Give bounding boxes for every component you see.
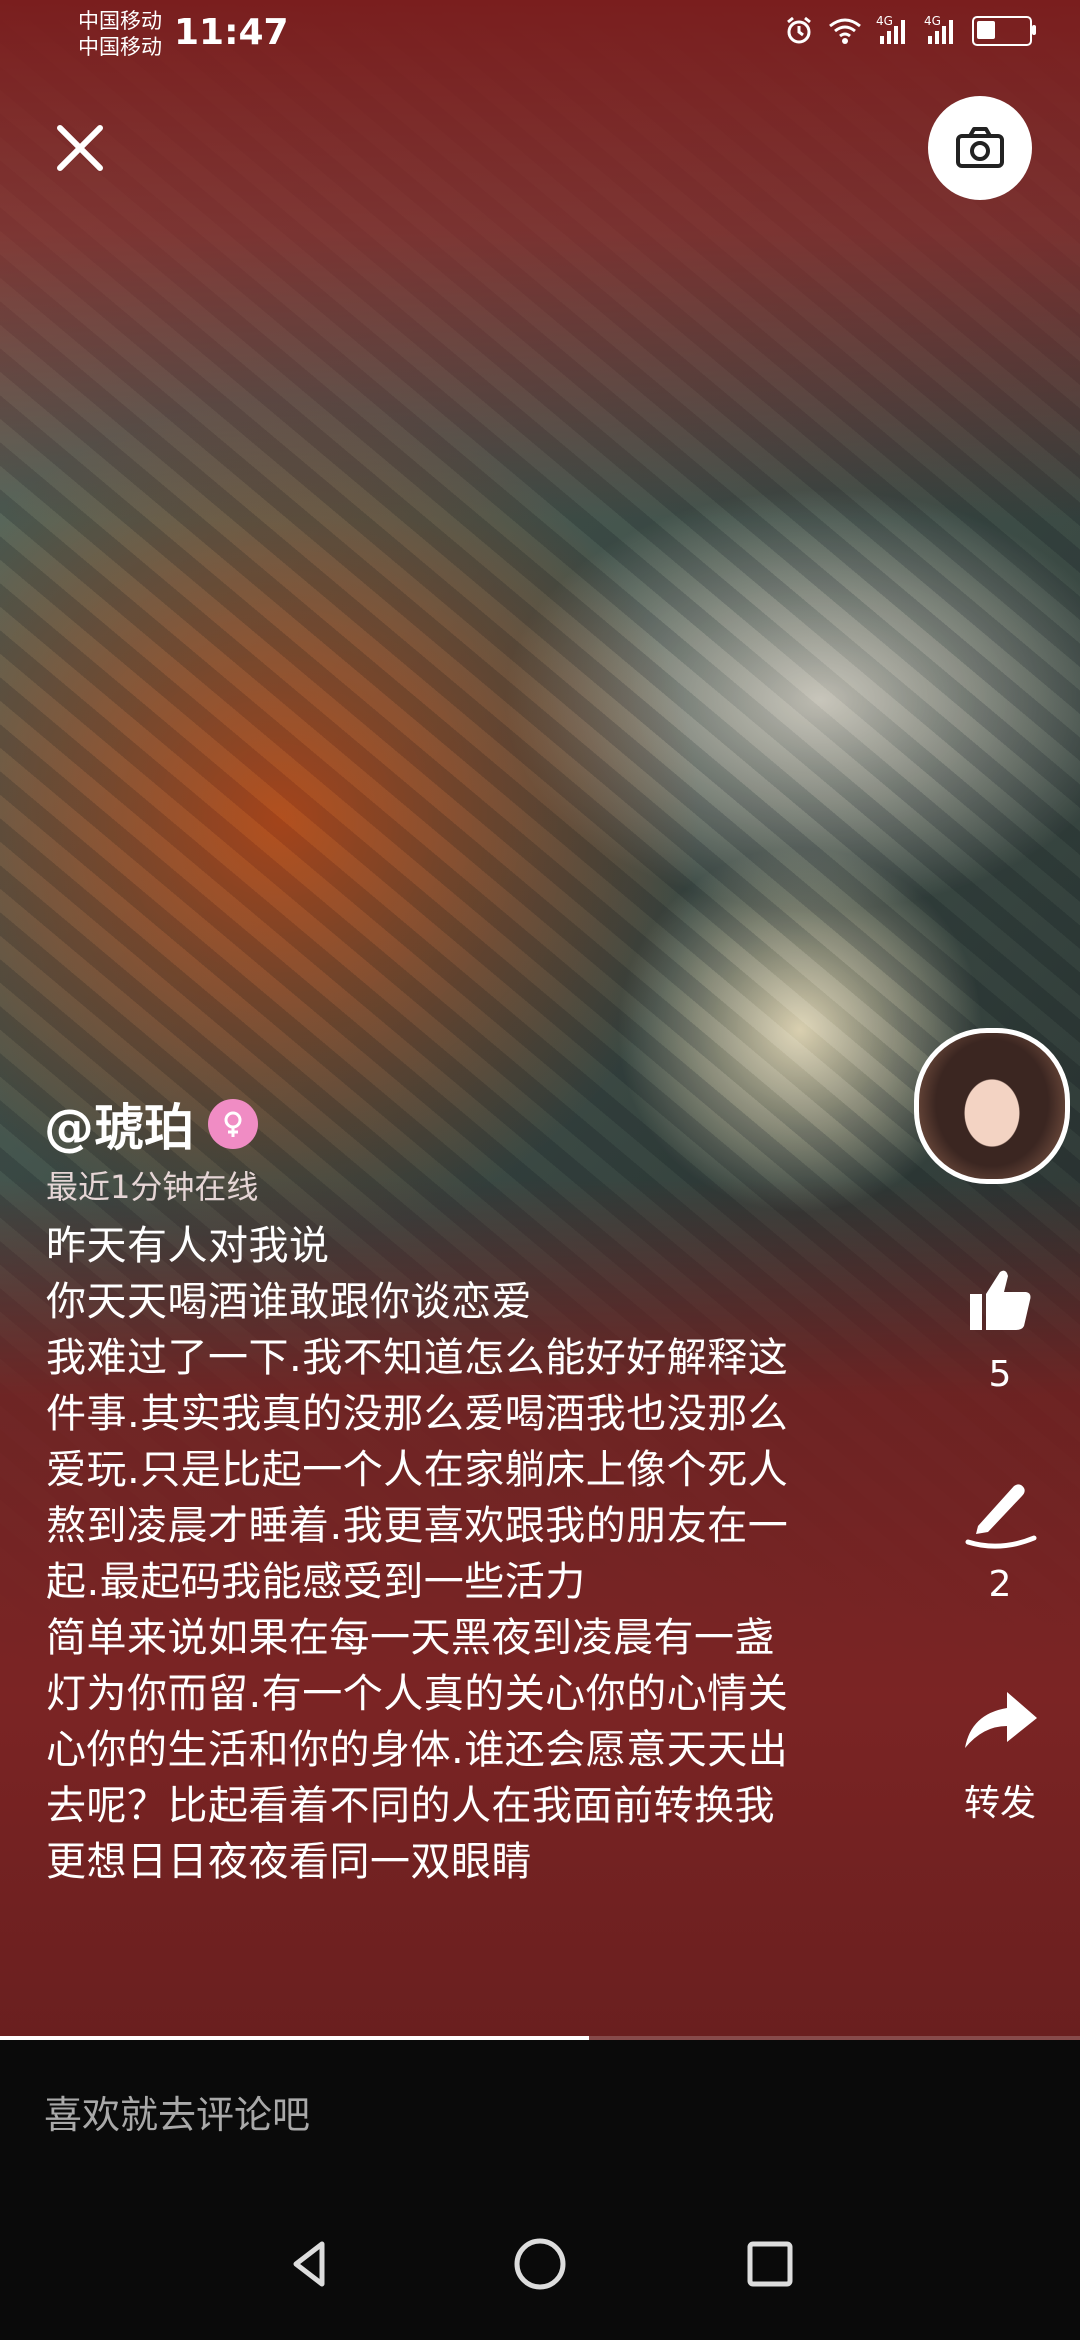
comment-count: 2: [988, 1564, 1012, 1605]
network-type-2: 4G: [924, 14, 941, 28]
camera-button[interactable]: [928, 96, 1032, 200]
recents-button[interactable]: [740, 2234, 800, 2294]
online-status: 最近1分钟在线: [46, 1168, 259, 1206]
back-triangle-icon: [293, 2241, 325, 2287]
post-text: 昨天有人对我说 你天天喝酒谁敢跟你谈恋爱 我难过了一下.我不知道怎么能好好解释这…: [46, 1223, 789, 1885]
back-button[interactable]: [280, 2234, 340, 2294]
home-circle-icon: [514, 2238, 566, 2290]
author-row[interactable]: @琥珀: [44, 1088, 258, 1160]
carrier-2: 中国移动: [78, 35, 162, 59]
alarm-icon: [784, 16, 814, 46]
comment-bar[interactable]: 喜欢就去评论吧: [0, 2040, 1080, 2180]
avatar[interactable]: [914, 1028, 1070, 1184]
comment-input[interactable]: 喜欢就去评论吧: [44, 2084, 310, 2139]
carrier-labels: 中国移动 中国移动: [78, 8, 162, 60]
share-label: 转发: [963, 1783, 1036, 1824]
battery-level: [977, 21, 995, 39]
like-count: 5: [988, 1354, 1012, 1395]
network-type-1: 4G: [876, 14, 893, 28]
share-icon: [965, 1692, 1037, 1748]
close-icon: [57, 125, 103, 171]
share-button[interactable]: 转发: [920, 1680, 1080, 1826]
home-button[interactable]: [510, 2234, 570, 2294]
author-username[interactable]: @琥珀: [44, 1088, 194, 1160]
comment-button[interactable]: 2: [920, 1470, 1080, 1605]
signal-2: 4G: [924, 14, 958, 46]
post-viewer: 中国移动 中国移动 11:47 4G 4G @琥珀 最近1分钟在线 昨天有人对我…: [0, 0, 1080, 2340]
signal-1: 4G: [876, 14, 910, 46]
status-icons: 4G 4G: [784, 14, 1036, 46]
top-gradient: [0, 0, 1080, 520]
like-button[interactable]: 5: [920, 1260, 1080, 1395]
wifi-icon: [828, 16, 862, 46]
system-nav-bar: [0, 2180, 1080, 2340]
carrier-1: 中国移动: [78, 9, 162, 33]
status-bar: 中国移动 中国移动 11:47 4G 4G: [0, 0, 1080, 72]
clock: 11:47: [174, 12, 289, 53]
close-button[interactable]: [50, 118, 110, 178]
female-icon: [208, 1099, 258, 1149]
recents-square-icon: [747, 2241, 793, 2287]
battery-icon: [972, 16, 1036, 46]
camera-icon: [956, 127, 1004, 168]
thumbs-up-icon: [970, 1270, 1031, 1330]
pen-icon: [965, 1484, 1037, 1549]
